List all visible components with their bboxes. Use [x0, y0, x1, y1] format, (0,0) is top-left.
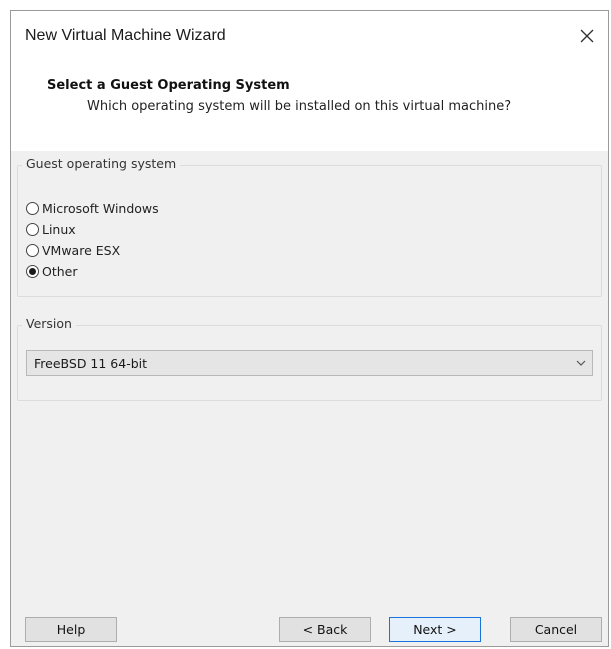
radio-label: Other [42, 263, 78, 279]
guest-os-group-label: Guest operating system [22, 156, 181, 171]
close-button[interactable] [572, 21, 602, 51]
version-select-value: FreeBSD 11 64-bit [34, 355, 148, 371]
page-title: Select a Guest Operating System [47, 78, 290, 93]
page-subtitle: Which operating system will be installed… [87, 99, 512, 114]
radio-button-selected[interactable] [26, 264, 39, 278]
close-icon [580, 29, 594, 43]
radio-button[interactable] [26, 222, 39, 236]
radio-button[interactable] [26, 243, 39, 257]
radio-label: VMware ESX [42, 242, 121, 258]
wizard-footer: Help < Back Next > Cancel [11, 593, 608, 646]
chevron-down-icon[interactable] [570, 360, 592, 366]
version-group: Version FreeBSD 11 64-bit [17, 316, 602, 401]
radio-other[interactable]: Other [26, 261, 78, 281]
radio-vmware-esx[interactable]: VMware ESX [26, 240, 120, 260]
wizard-header: Select a Guest Operating System Which op… [11, 57, 608, 152]
next-button[interactable]: Next > [389, 617, 481, 642]
wizard-body: Guest operating system Microsoft Windows… [11, 151, 608, 593]
back-button[interactable]: < Back [279, 617, 371, 642]
guest-os-group: Guest operating system Microsoft Windows… [17, 156, 602, 297]
radio-button[interactable] [26, 201, 39, 215]
radio-selected-dot [29, 267, 36, 275]
title-bar: New Virtual Machine Wizard [11, 11, 608, 57]
wizard-window: New Virtual Machine Wizard Select a Gues… [10, 10, 609, 647]
help-button[interactable]: Help [25, 617, 117, 642]
radio-microsoft-windows[interactable]: Microsoft Windows [26, 198, 159, 218]
version-group-label: Version [22, 316, 76, 331]
radio-linux[interactable]: Linux [26, 219, 76, 239]
version-select[interactable]: FreeBSD 11 64-bit [26, 350, 593, 376]
radio-label: Linux [42, 221, 76, 237]
radio-label: Microsoft Windows [42, 200, 159, 216]
window-title: New Virtual Machine Wizard [25, 27, 226, 44]
cancel-button[interactable]: Cancel [510, 617, 602, 642]
